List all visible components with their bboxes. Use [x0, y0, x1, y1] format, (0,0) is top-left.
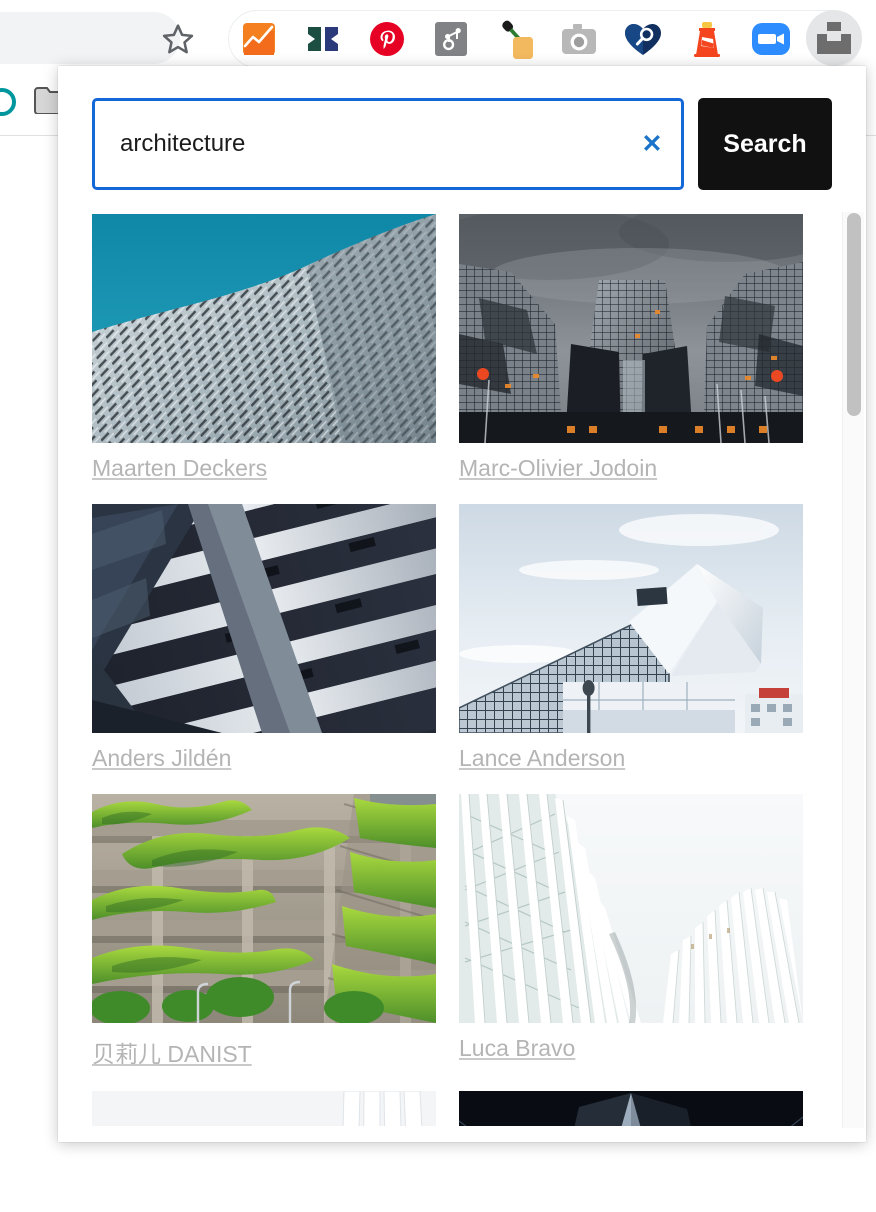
pinterest-icon[interactable] [368, 20, 406, 58]
results-scrollbar-track[interactable] [842, 212, 864, 1128]
results-scrollbar-thumb[interactable] [847, 213, 861, 416]
photo-thumbnail[interactable] [459, 1091, 803, 1126]
search-bar: ✕ Search [92, 98, 832, 190]
results-grid: Maarten Deckers Marc-Olivier Jodoin Ande… [92, 214, 832, 1126]
search-input[interactable] [95, 101, 681, 187]
photo-thumbnail[interactable] [92, 214, 436, 443]
photographer-credit[interactable]: Anders Jildén [92, 745, 436, 772]
photographer-credit[interactable]: Lance Anderson [459, 745, 803, 772]
hourglass-icon[interactable] [304, 20, 342, 58]
zoom-video-icon[interactable] [752, 20, 790, 58]
result-card: Luca Bravo [459, 794, 803, 1069]
photographer-credit[interactable]: 贝莉儿 DANIST [92, 1035, 436, 1069]
result-card: Lance Anderson [459, 504, 803, 772]
photo-art-green-terraced-building [92, 794, 436, 1023]
omnibox[interactable] [0, 12, 180, 64]
clear-search-icon[interactable]: ✕ [637, 129, 667, 159]
photo-art-angular-bands [92, 504, 436, 733]
photographer-credit[interactable]: Marc-Olivier Jodoin [459, 455, 803, 482]
photo-thumbnail[interactable] [459, 504, 803, 733]
photo-art-white-glass-museum [459, 504, 803, 733]
results-list: Maarten Deckers Marc-Olivier Jodoin Ande… [92, 214, 832, 1126]
lighthouse-icon[interactable] [688, 20, 726, 58]
search-field-wrapper: ✕ [92, 98, 684, 190]
result-card [459, 1091, 803, 1126]
eyedropper-icon[interactable] [496, 20, 534, 59]
result-card: Anders Jildén [92, 504, 436, 772]
star-icon[interactable] [160, 22, 196, 56]
camera-icon[interactable] [560, 20, 598, 58]
photo-art-lattice-facade [92, 214, 436, 443]
photo-thumbnail[interactable] [92, 1091, 436, 1126]
result-card: 贝莉儿 DANIST [92, 794, 436, 1069]
screen: ✕ Search [0, 0, 876, 1212]
photographer-credit[interactable]: Maarten Deckers [92, 455, 436, 482]
photo-art-dark-navy-triangle [459, 1091, 803, 1126]
result-card [92, 1091, 436, 1126]
photo-thumbnail[interactable] [92, 504, 436, 733]
photo-thumbnail[interactable] [459, 214, 803, 443]
photo-art-white-fins [459, 794, 803, 1023]
photo-art-dark-skyscrapers [459, 214, 803, 443]
photo-thumbnail[interactable] [92, 794, 436, 1023]
unsplash-extension-popup: ✕ Search [58, 66, 866, 1142]
heart-magnifier-icon[interactable] [624, 20, 662, 58]
search-button[interactable]: Search [698, 98, 832, 190]
result-card: Maarten Deckers [92, 214, 436, 482]
unsplash-icon[interactable] [815, 19, 853, 57]
result-card: Marc-Olivier Jodoin [459, 214, 803, 482]
analytics-icon[interactable] [240, 20, 278, 58]
photo-art-pale-white-tower [92, 1091, 436, 1126]
photo-thumbnail[interactable] [459, 794, 803, 1023]
hubspot-icon[interactable] [432, 20, 470, 58]
photographer-credit[interactable]: Luca Bravo [459, 1035, 803, 1062]
